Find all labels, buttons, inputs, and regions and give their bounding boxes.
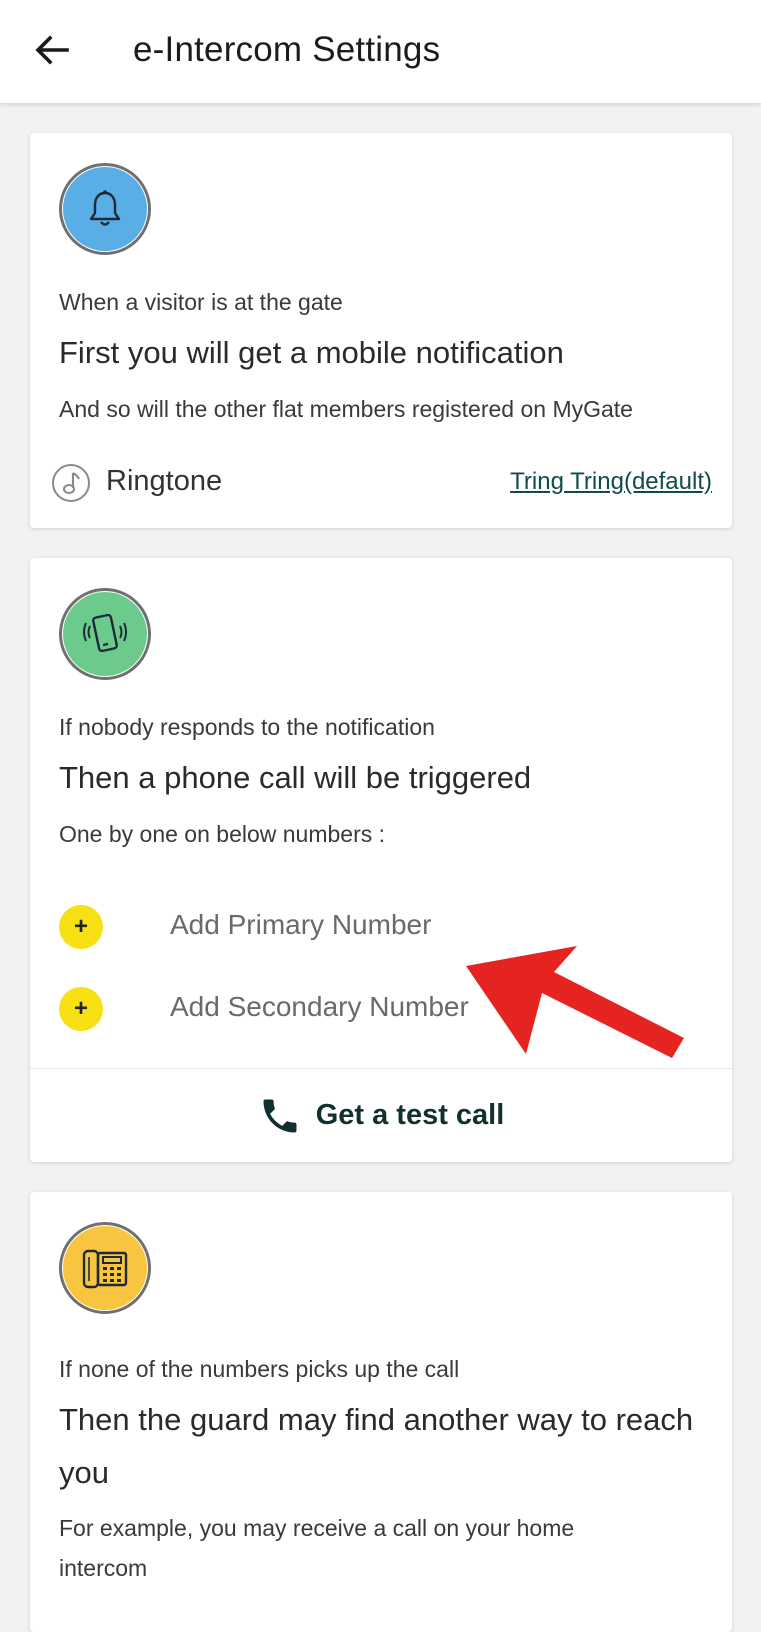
desk-phone-icon xyxy=(82,1249,128,1289)
bell-circle xyxy=(59,163,151,255)
back-button[interactable] xyxy=(30,28,74,72)
add-primary-label: Add Primary Number xyxy=(170,909,432,940)
add-secondary-button[interactable]: + xyxy=(59,987,103,1031)
phone-icon xyxy=(263,1099,297,1132)
test-call-button[interactable]: Get a test call xyxy=(30,1069,732,1162)
guard-detail-line2: intercom xyxy=(59,1555,148,1581)
vibrating-phone-icon xyxy=(83,613,127,653)
vibrating-phone-circle xyxy=(59,588,151,680)
guard-heading-line2: you xyxy=(59,1455,109,1490)
notification-detail: And so will the other flat members regis… xyxy=(59,396,633,422)
add-primary-button[interactable]: + xyxy=(59,905,103,949)
test-call-label: Get a test call xyxy=(315,1099,505,1131)
music-note-icon xyxy=(52,464,90,502)
app-bar: e-Intercom Settings xyxy=(0,0,761,103)
add-secondary-label: Add Secondary Number xyxy=(170,991,469,1022)
call-condition: If nobody responds to the notification xyxy=(59,714,435,740)
ringtone-value-link[interactable]: Tring Tring(default) xyxy=(510,468,712,496)
guard-heading-line1: Then the guard may find another way to r… xyxy=(59,1402,694,1437)
bell-icon xyxy=(89,190,121,226)
guard-detail-line1: For example, you may receive a call on y… xyxy=(59,1515,575,1541)
ringtone-row[interactable]: Ringtone Tring Tring(default) xyxy=(52,460,712,506)
call-detail: One by one on below numbers : xyxy=(59,821,386,847)
notification-card: When a visitor is at the gate First you … xyxy=(30,133,732,528)
page-title: e-Intercom Settings xyxy=(133,30,441,69)
guard-card: If none of the numbers picks up the call… xyxy=(30,1192,732,1632)
guard-condition: If none of the numbers picks up the call xyxy=(59,1356,460,1382)
notification-heading: First you will get a mobile notification xyxy=(59,335,564,370)
call-heading: Then a phone call will be triggered xyxy=(59,760,532,795)
red-arrow-icon xyxy=(466,946,684,1058)
notification-condition: When a visitor is at the gate xyxy=(59,289,343,315)
arrow-left-icon xyxy=(35,35,69,65)
ringtone-label: Ringtone xyxy=(106,465,223,497)
desk-phone-circle xyxy=(59,1222,151,1314)
